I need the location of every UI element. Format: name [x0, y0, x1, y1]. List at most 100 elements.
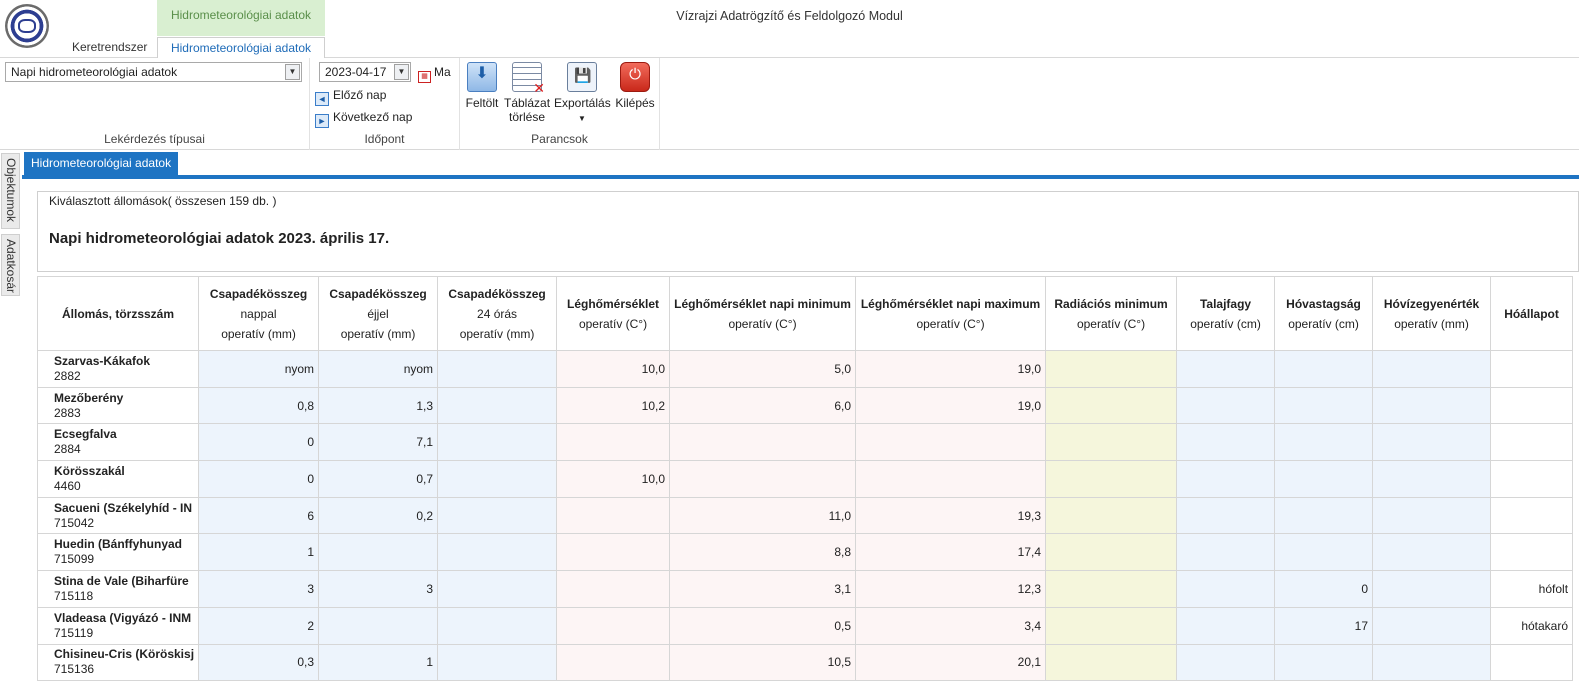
data-cell[interactable] — [318, 533, 439, 572]
data-cell[interactable] — [1372, 460, 1492, 498]
data-cell[interactable] — [437, 570, 558, 608]
data-cell[interactable] — [1045, 350, 1178, 388]
data-cell[interactable] — [437, 606, 558, 645]
data-cell[interactable]: 3 — [198, 570, 320, 608]
data-cell[interactable]: 0 — [198, 423, 320, 462]
station-cell[interactable]: Körösszakál 4460 — [36, 460, 200, 498]
data-cell[interactable] — [1045, 533, 1178, 572]
data-cell[interactable] — [1372, 386, 1492, 425]
data-cell[interactable] — [669, 460, 857, 498]
data-cell[interactable]: 1,3 — [318, 386, 439, 425]
export-button[interactable]: Exportálás ▼ — [554, 62, 611, 126]
exit-button[interactable]: Kilépés — [614, 62, 656, 110]
data-cell[interactable] — [855, 423, 1047, 462]
column-header[interactable]: Hóállapot — [1490, 276, 1574, 351]
data-cell[interactable] — [1176, 423, 1276, 462]
data-cell[interactable]: 17 — [1274, 606, 1374, 645]
data-cell[interactable] — [855, 460, 1047, 498]
column-header[interactable]: Léghőmérséklet operatív (C°) — [556, 276, 671, 351]
column-header[interactable]: Radiációs minimum operatív (C°) — [1045, 276, 1178, 351]
table-row[interactable]: Vladeasa (Vigyázó - INM 715119 2 0,5 3,4 17 hó… — [36, 606, 1574, 645]
table-row[interactable]: Stina de Vale (Biharfüre 715118 3 3 3,1 12,3 0… — [36, 570, 1574, 608]
data-cell[interactable] — [1176, 643, 1276, 682]
data-cell[interactable] — [1045, 460, 1178, 498]
data-cell[interactable]: 10,5 — [669, 643, 857, 682]
data-cell[interactable]: hófolt — [1490, 570, 1574, 608]
data-cell[interactable]: 3 — [318, 570, 439, 608]
upload-button[interactable]: Feltölt — [465, 62, 499, 110]
data-cell[interactable]: 17,4 — [855, 533, 1047, 572]
column-header[interactable]: Léghőmérséklet napi maximum operatív (C°) — [855, 276, 1047, 351]
query-type-select[interactable]: Napi hidrometeorológiai adatok ▼ — [5, 62, 302, 82]
data-cell[interactable] — [669, 423, 857, 462]
data-cell[interactable]: 7,1 — [318, 423, 439, 462]
data-cell[interactable]: 10,2 — [556, 386, 671, 425]
table-row[interactable]: Szarvas-Kákafok 2882 nyom nyom 10,0 5,0 19,0 — [36, 350, 1574, 388]
data-cell[interactable] — [1045, 570, 1178, 608]
data-cell[interactable]: 0,5 — [669, 606, 857, 645]
data-cell[interactable]: 0,7 — [318, 460, 439, 498]
station-cell[interactable]: Huedin (Bánffyhunyad 715099 — [36, 533, 200, 572]
station-cell[interactable]: Vladeasa (Vigyázó - INM 715119 — [36, 606, 200, 645]
station-cell[interactable]: Stina de Vale (Biharfüre 715118 — [36, 570, 200, 608]
data-cell[interactable]: 1 — [318, 643, 439, 682]
table-row[interactable]: Körösszakál 4460 0 0,7 10,0 — [36, 460, 1574, 498]
station-cell[interactable]: Chisineu-Cris (Köröskisj 715136 — [36, 643, 200, 682]
side-tab-adatkosar[interactable]: Adatkosár — [1, 234, 20, 296]
data-cell[interactable]: 12,3 — [855, 570, 1047, 608]
data-cell[interactable] — [1176, 350, 1276, 388]
data-cell[interactable] — [1274, 496, 1374, 535]
data-cell[interactable] — [1274, 350, 1374, 388]
data-cell[interactable] — [1045, 606, 1178, 645]
data-cell[interactable]: 3,4 — [855, 606, 1047, 645]
side-tab-objektumok[interactable]: Objektumok — [1, 153, 20, 229]
tab-hidrometeorologiai-adatok[interactable]: Hidrometeorológiai adatok — [157, 37, 325, 59]
column-header[interactable]: Csapadékösszeg nappal operatív (mm) — [198, 276, 320, 351]
clear-table-button[interactable]: Táblázat törlése — [504, 62, 550, 124]
column-header[interactable]: Csapadékösszeg éjjel operatív (mm) — [318, 276, 439, 351]
data-cell[interactable]: 6 — [198, 496, 320, 535]
data-cell[interactable] — [1274, 533, 1374, 572]
data-cell[interactable]: hótakaró — [1490, 606, 1574, 645]
data-cell[interactable] — [1490, 533, 1574, 572]
chevron-down-icon[interactable]: ▼ — [285, 64, 300, 80]
data-cell[interactable] — [556, 423, 671, 462]
data-cell[interactable] — [1490, 386, 1574, 425]
data-cell[interactable]: 6,0 — [669, 386, 857, 425]
data-cell[interactable] — [556, 606, 671, 645]
data-cell[interactable] — [1274, 423, 1374, 462]
data-cell[interactable] — [1045, 386, 1178, 425]
data-cell[interactable] — [1274, 643, 1374, 682]
data-cell[interactable]: nyom — [198, 350, 320, 388]
table-row[interactable]: Mezőberény 2883 0,8 1,3 10,2 6,0 19,0 — [36, 386, 1574, 425]
data-cell[interactable] — [437, 643, 558, 682]
data-cell[interactable]: 0 — [198, 460, 320, 498]
data-cell[interactable] — [1490, 423, 1574, 462]
data-cell[interactable] — [437, 386, 558, 425]
data-cell[interactable] — [1176, 496, 1276, 535]
data-cell[interactable] — [1045, 496, 1178, 535]
selected-stations[interactable]: Kiválasztott állomások( összesen 159 db.… — [37, 191, 1579, 212]
data-cell[interactable]: 1 — [198, 533, 320, 572]
data-cell[interactable]: 10,0 — [556, 460, 671, 498]
date-picker[interactable]: 2023-04-17 ▼ — [319, 62, 411, 82]
data-cell[interactable] — [556, 643, 671, 682]
station-cell[interactable]: Mezőberény 2883 — [36, 386, 200, 425]
data-cell[interactable]: nyom — [318, 350, 439, 388]
data-cell[interactable] — [1045, 423, 1178, 462]
data-cell[interactable]: 10,0 — [556, 350, 671, 388]
today-button[interactable]: ▦ Ma — [418, 64, 451, 83]
data-cell[interactable] — [437, 423, 558, 462]
data-cell[interactable]: 0,8 — [198, 386, 320, 425]
data-cell[interactable] — [1490, 496, 1574, 535]
data-cell[interactable]: 0,3 — [198, 643, 320, 682]
dropdown-arrow-icon[interactable]: ▼ — [578, 114, 586, 123]
data-cell[interactable] — [1176, 570, 1276, 608]
data-cell[interactable] — [556, 496, 671, 535]
station-cell[interactable]: Ecsegfalva 2884 — [36, 423, 200, 462]
data-cell[interactable] — [1372, 533, 1492, 572]
table-row[interactable]: Chisineu-Cris (Köröskisj 715136 0,3 1 10,5 20… — [36, 643, 1574, 682]
data-cell[interactable]: 11,0 — [669, 496, 857, 535]
tab-keretrendszer[interactable]: Keretrendszer — [60, 37, 159, 58]
data-cell[interactable] — [556, 533, 671, 572]
